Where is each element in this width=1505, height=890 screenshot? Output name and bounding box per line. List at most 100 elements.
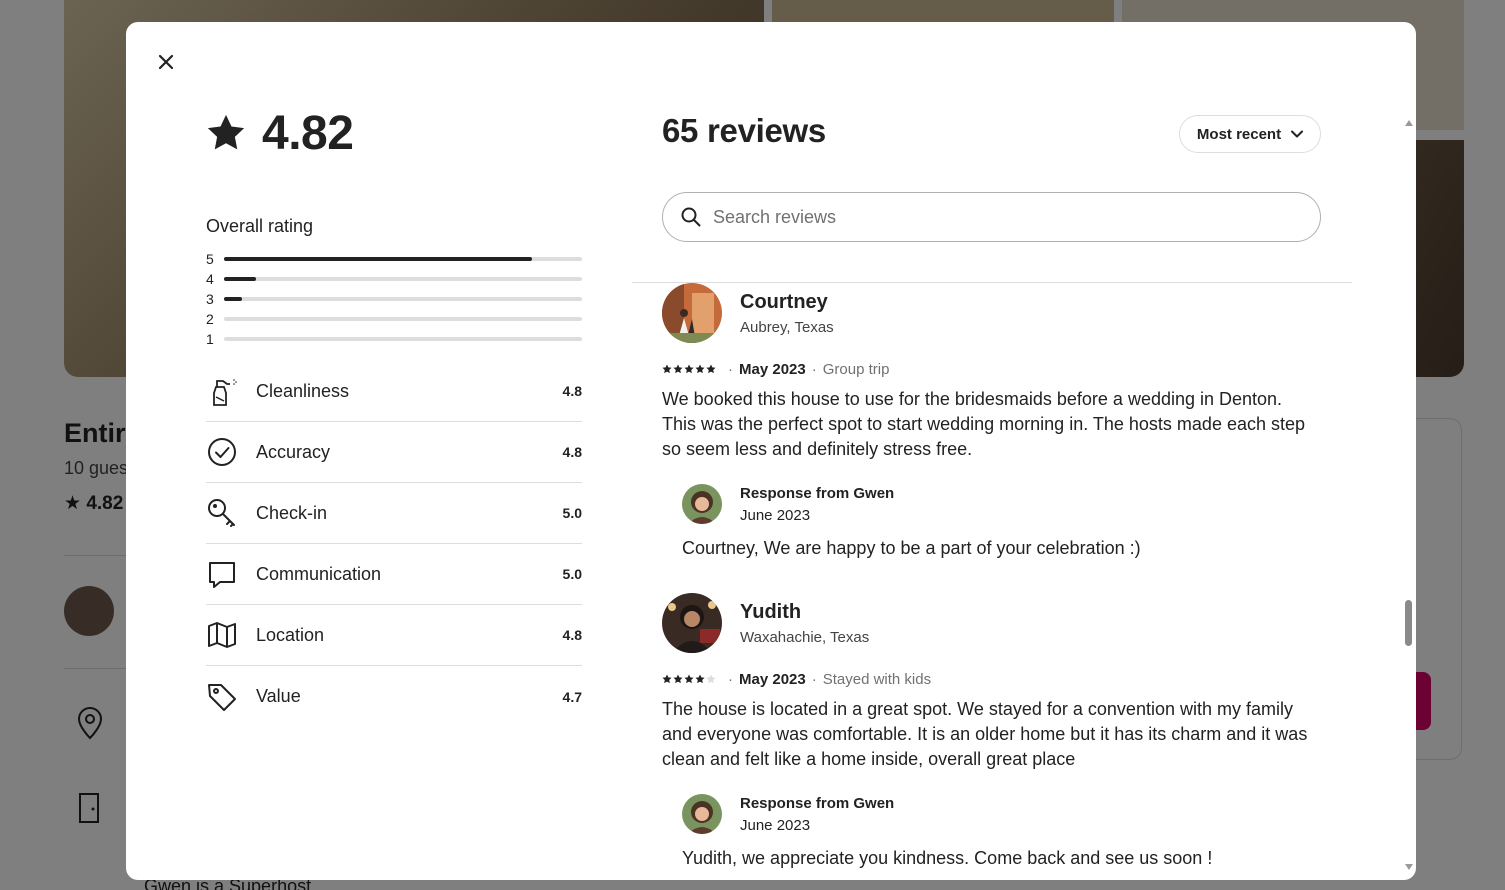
category-name: Cleanliness xyxy=(256,380,350,401)
category-score: 5.0 xyxy=(562,505,582,521)
review-date: May 2023 xyxy=(739,670,806,688)
rating-star-icon xyxy=(684,674,694,684)
rating-bar-label: 4 xyxy=(206,271,214,287)
scroll-down-arrow-icon[interactable] xyxy=(1405,864,1413,870)
rating-bar-track xyxy=(224,277,582,281)
review-item: Courtney Aubrey, Texas · May 2023 · Grou… xyxy=(662,283,1322,559)
review-text: We booked this house to use for the brid… xyxy=(662,389,1306,459)
category-name: Communication xyxy=(256,563,382,584)
response-title: Response from Gwen xyxy=(740,484,895,502)
rating-star-icon xyxy=(673,364,683,374)
review-user: Courtney Aubrey, Texas xyxy=(662,283,1322,343)
rating-star-icon xyxy=(706,674,716,684)
trip-type: Group trip xyxy=(822,360,890,378)
category-name: Accuracy xyxy=(256,441,331,462)
reviewer-location: Waxahachie, Texas xyxy=(740,628,870,646)
response-date: June 2023 xyxy=(740,816,811,834)
response-title: Response from Gwen xyxy=(740,794,895,812)
star-icon xyxy=(207,114,245,150)
rating-bar-fill xyxy=(224,297,242,301)
rating-bar-label: 5 xyxy=(206,251,214,267)
check-circle-icon xyxy=(206,436,238,468)
review-date: May 2023 xyxy=(739,360,806,378)
scroll-up-arrow-icon[interactable] xyxy=(1405,120,1413,126)
rating-bar-row: 3 xyxy=(206,289,582,309)
close-button[interactable] xyxy=(150,46,182,78)
category-value: Value 4.7 xyxy=(206,666,582,727)
category-name: Location xyxy=(256,624,325,645)
rating-star-icon xyxy=(695,674,705,684)
rating-star-icon xyxy=(706,364,716,374)
category-score: 4.8 xyxy=(562,383,582,399)
rating-bar-row: 1 xyxy=(206,329,582,349)
host-response: Response from Gwen June 2023 Courtney, W… xyxy=(682,484,1322,559)
category-check-in: Check-in 5.0 xyxy=(206,483,582,544)
category-score: 4.7 xyxy=(562,688,582,705)
meta-separator: · xyxy=(728,670,733,688)
review-search[interactable] xyxy=(662,192,1321,242)
rating-star-icon xyxy=(673,674,683,684)
response-text: Courtney, We are happy to be a part of y… xyxy=(682,538,1141,558)
host-avatar[interactable] xyxy=(682,794,722,834)
rating-bar-label: 1 xyxy=(206,331,214,347)
category-score: 5.0 xyxy=(562,566,582,582)
category-communication: Communication 5.0 xyxy=(206,544,582,605)
rating-bar-label: 2 xyxy=(206,311,214,327)
reviewer-avatar[interactable] xyxy=(662,283,722,343)
review-user: Yudith Waxahachie, Texas xyxy=(662,593,1322,653)
category-score: 4.8 xyxy=(562,627,582,643)
category-cleanliness: Cleanliness 4.8 xyxy=(206,361,582,422)
response-date: June 2023 xyxy=(740,506,811,524)
rating-distribution: 5 4 3 2 1 xyxy=(206,249,582,349)
review-item: Yudith Waxahachie, Texas · May 2023 · St… xyxy=(662,593,1322,869)
search-icon xyxy=(681,207,701,227)
rating-star-icon xyxy=(695,364,705,374)
category-score: 4.8 xyxy=(562,444,582,460)
rating-bar-track xyxy=(224,337,582,341)
meta-separator: · xyxy=(728,360,733,378)
category-name: Value xyxy=(256,686,301,706)
review-text: The house is located in a great spot. We… xyxy=(662,699,1308,769)
tag-icon xyxy=(206,681,238,713)
review-stars xyxy=(662,674,716,684)
category-ratings: Cleanliness 4.8 Accuracy 4.8 Check-in 5.0 Comm… xyxy=(206,361,582,727)
rating-bar-row: 5 xyxy=(206,249,582,269)
ratings-summary: 4.82 Overall rating 5 4 3 2 1 Cleanliness 4.8… xyxy=(206,104,582,727)
reviews-modal: 4.82 Overall rating 5 4 3 2 1 Cleanliness 4.8… xyxy=(126,22,1416,880)
chat-bubble-icon xyxy=(206,558,238,590)
rating-bar-fill xyxy=(224,277,257,281)
sort-dropdown[interactable]: Most recent xyxy=(1179,115,1321,153)
response-text: Yudith, we appreciate you kindness. Come… xyxy=(682,848,1213,868)
search-input[interactable] xyxy=(713,206,1273,228)
rating-bar-label: 3 xyxy=(206,291,214,307)
reviews-heading: 65 reviews xyxy=(662,112,826,149)
chevron-down-icon xyxy=(1291,130,1304,138)
map-icon xyxy=(206,619,238,651)
spray-bottle-icon xyxy=(206,375,238,407)
category-name: Check-in xyxy=(256,502,328,523)
host-avatar[interactable] xyxy=(682,484,722,524)
close-icon xyxy=(158,54,174,70)
overall-score: 4.82 xyxy=(206,104,582,162)
category-location: Location 4.8 xyxy=(206,605,582,666)
reviewer-name: Courtney xyxy=(740,290,828,313)
rating-bar-fill xyxy=(224,257,532,261)
reviewer-avatar[interactable] xyxy=(662,593,722,653)
rating-bar-track xyxy=(224,257,582,261)
rating-star-icon xyxy=(662,364,672,374)
rating-bar-track xyxy=(224,317,582,321)
rating-bar-row: 4 xyxy=(206,269,582,289)
review-meta: · May 2023 · Group trip xyxy=(662,360,1322,378)
review-list[interactable]: Courtney Aubrey, Texas · May 2023 · Grou… xyxy=(662,283,1342,880)
host-response: Response from Gwen June 2023 Yudith, we … xyxy=(682,794,1322,869)
rating-bar-track xyxy=(224,297,582,301)
key-icon xyxy=(206,497,238,529)
review-meta: · May 2023 · Stayed with kids xyxy=(662,670,1322,688)
trip-type: Stayed with kids xyxy=(822,670,932,688)
rating-star-icon xyxy=(684,364,694,374)
reviews-panel: 65 reviews Most recent Courtney Aubrey, … xyxy=(632,22,1352,880)
meta-separator: · xyxy=(811,670,817,688)
reviewer-name: Yudith xyxy=(740,600,802,623)
scrollbar-thumb[interactable] xyxy=(1405,600,1412,646)
response-header: Response from Gwen June 2023 xyxy=(682,794,1322,834)
